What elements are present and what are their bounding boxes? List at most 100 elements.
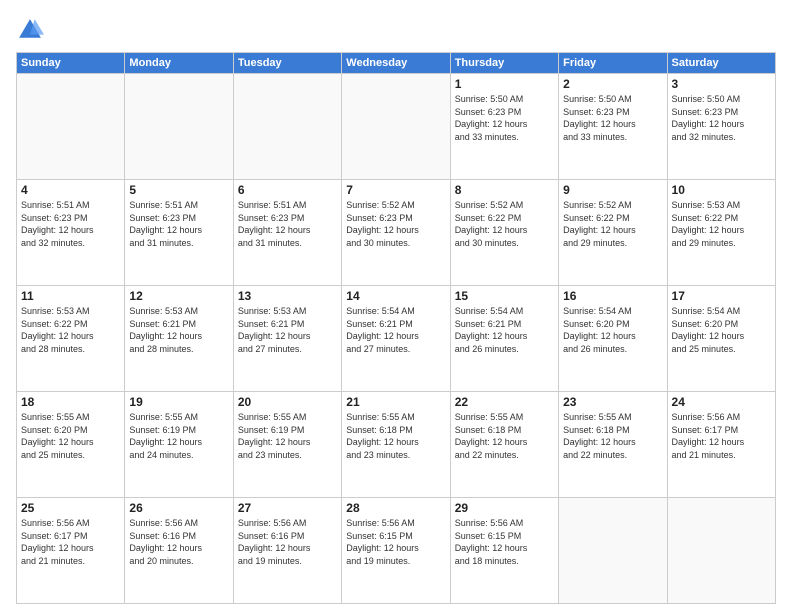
day-cell: 6 Sunrise: 5:51 AMSunset: 6:23 PMDaylight… <box>233 180 341 286</box>
day-info: Sunrise: 5:56 AMSunset: 6:16 PMDaylight:… <box>129 517 228 567</box>
day-cell: 24 Sunrise: 5:56 AMSunset: 6:17 PMDayligh… <box>667 392 775 498</box>
day-info: Sunrise: 5:54 AMSunset: 6:20 PMDaylight:… <box>563 305 662 355</box>
day-cell: 10 Sunrise: 5:53 AMSunset: 6:22 PMDayligh… <box>667 180 775 286</box>
day-number: 18 <box>21 395 120 409</box>
day-cell: 9 Sunrise: 5:52 AMSunset: 6:22 PMDaylight… <box>559 180 667 286</box>
day-number: 21 <box>346 395 445 409</box>
weekday-header-wednesday: Wednesday <box>342 53 450 74</box>
day-info: Sunrise: 5:55 AMSunset: 6:19 PMDaylight:… <box>238 411 337 461</box>
day-cell <box>559 498 667 604</box>
logo <box>16 16 48 44</box>
day-info: Sunrise: 5:53 AMSunset: 6:21 PMDaylight:… <box>129 305 228 355</box>
logo-icon <box>16 16 44 44</box>
day-cell: 26 Sunrise: 5:56 AMSunset: 6:16 PMDayligh… <box>125 498 233 604</box>
day-number: 15 <box>455 289 554 303</box>
day-info: Sunrise: 5:51 AMSunset: 6:23 PMDaylight:… <box>238 199 337 249</box>
day-cell: 18 Sunrise: 5:55 AMSunset: 6:20 PMDayligh… <box>17 392 125 498</box>
day-cell: 16 Sunrise: 5:54 AMSunset: 6:20 PMDayligh… <box>559 286 667 392</box>
day-info: Sunrise: 5:54 AMSunset: 6:21 PMDaylight:… <box>346 305 445 355</box>
day-cell: 2Sunrise: 5:50 AMSunset: 6:23 PMDaylight… <box>559 74 667 180</box>
day-info: Sunrise: 5:53 AMSunset: 6:22 PMDaylight:… <box>21 305 120 355</box>
day-cell <box>233 74 341 180</box>
day-cell: 22 Sunrise: 5:55 AMSunset: 6:18 PMDayligh… <box>450 392 558 498</box>
weekday-header-row: SundayMondayTuesdayWednesdayThursdayFrid… <box>17 53 776 74</box>
day-info: Sunrise: 5:55 AMSunset: 6:20 PMDaylight:… <box>21 411 120 461</box>
day-cell: 29 Sunrise: 5:56 AMSunset: 6:15 PMDayligh… <box>450 498 558 604</box>
day-info: Sunrise: 5:55 AMSunset: 6:18 PMDaylight:… <box>455 411 554 461</box>
day-number: 16 <box>563 289 662 303</box>
day-cell: 7 Sunrise: 5:52 AMSunset: 6:23 PMDaylight… <box>342 180 450 286</box>
day-cell: 21 Sunrise: 5:55 AMSunset: 6:18 PMDayligh… <box>342 392 450 498</box>
day-cell <box>342 74 450 180</box>
day-info: Sunrise: 5:50 AMSunset: 6:23 PMDaylight:… <box>455 93 554 143</box>
day-number: 20 <box>238 395 337 409</box>
day-number: 7 <box>346 183 445 197</box>
day-number: 25 <box>21 501 120 515</box>
day-number: 4 <box>21 183 120 197</box>
day-cell: 5 Sunrise: 5:51 AMSunset: 6:23 PMDaylight… <box>125 180 233 286</box>
weekday-header-tuesday: Tuesday <box>233 53 341 74</box>
calendar: SundayMondayTuesdayWednesdayThursdayFrid… <box>16 52 776 604</box>
day-number: 11 <box>21 289 120 303</box>
day-cell: 8 Sunrise: 5:52 AMSunset: 6:22 PMDaylight… <box>450 180 558 286</box>
day-info: Sunrise: 5:54 AMSunset: 6:21 PMDaylight:… <box>455 305 554 355</box>
day-number: 1 <box>455 77 554 91</box>
day-number: 24 <box>672 395 771 409</box>
day-number: 10 <box>672 183 771 197</box>
day-number: 3 <box>672 77 771 91</box>
day-cell: 1 Sunrise: 5:50 AMSunset: 6:23 PMDaylight… <box>450 74 558 180</box>
day-info: Sunrise: 5:51 AMSunset: 6:23 PMDaylight:… <box>21 199 120 249</box>
day-info: Sunrise: 5:52 AMSunset: 6:22 PMDaylight:… <box>563 199 662 249</box>
day-info: Sunrise: 5:54 AMSunset: 6:20 PMDaylight:… <box>672 305 771 355</box>
day-info: Sunrise: 5:56 AMSunset: 6:17 PMDaylight:… <box>672 411 771 461</box>
week-row-2: 4 Sunrise: 5:51 AMSunset: 6:23 PMDaylight… <box>17 180 776 286</box>
day-info: Sunrise: 5:55 AMSunset: 6:18 PMDaylight:… <box>346 411 445 461</box>
day-cell: 17Sunrise: 5:54 AMSunset: 6:20 PMDayligh… <box>667 286 775 392</box>
week-row-5: 25Sunrise: 5:56 AMSunset: 6:17 PMDayligh… <box>17 498 776 604</box>
day-info: Sunrise: 5:52 AMSunset: 6:22 PMDaylight:… <box>455 199 554 249</box>
day-number: 19 <box>129 395 228 409</box>
weekday-header-thursday: Thursday <box>450 53 558 74</box>
day-number: 12 <box>129 289 228 303</box>
day-info: Sunrise: 5:53 AMSunset: 6:21 PMDaylight:… <box>238 305 337 355</box>
day-cell: 20 Sunrise: 5:55 AMSunset: 6:19 PMDayligh… <box>233 392 341 498</box>
day-number: 14 <box>346 289 445 303</box>
day-cell: 3Sunrise: 5:50 AMSunset: 6:23 PMDaylight… <box>667 74 775 180</box>
day-cell: 25Sunrise: 5:56 AMSunset: 6:17 PMDayligh… <box>17 498 125 604</box>
day-info: Sunrise: 5:53 AMSunset: 6:22 PMDaylight:… <box>672 199 771 249</box>
day-info: Sunrise: 5:55 AMSunset: 6:19 PMDaylight:… <box>129 411 228 461</box>
day-number: 5 <box>129 183 228 197</box>
day-cell <box>17 74 125 180</box>
day-number: 2 <box>563 77 662 91</box>
day-cell: 4 Sunrise: 5:51 AMSunset: 6:23 PMDaylight… <box>17 180 125 286</box>
day-number: 26 <box>129 501 228 515</box>
day-number: 29 <box>455 501 554 515</box>
weekday-header-friday: Friday <box>559 53 667 74</box>
weekday-header-saturday: Saturday <box>667 53 775 74</box>
day-info: Sunrise: 5:56 AMSunset: 6:15 PMDaylight:… <box>346 517 445 567</box>
day-info: Sunrise: 5:55 AMSunset: 6:18 PMDaylight:… <box>563 411 662 461</box>
day-number: 9 <box>563 183 662 197</box>
day-info: Sunrise: 5:56 AMSunset: 6:15 PMDaylight:… <box>455 517 554 567</box>
day-cell: 14 Sunrise: 5:54 AMSunset: 6:21 PMDayligh… <box>342 286 450 392</box>
day-number: 28 <box>346 501 445 515</box>
weekday-header-sunday: Sunday <box>17 53 125 74</box>
day-number: 8 <box>455 183 554 197</box>
day-cell <box>667 498 775 604</box>
day-cell: 19 Sunrise: 5:55 AMSunset: 6:19 PMDayligh… <box>125 392 233 498</box>
day-number: 6 <box>238 183 337 197</box>
day-cell <box>125 74 233 180</box>
page: SundayMondayTuesdayWednesdayThursdayFrid… <box>0 0 792 612</box>
weekday-header-monday: Monday <box>125 53 233 74</box>
day-cell: 28 Sunrise: 5:56 AMSunset: 6:15 PMDayligh… <box>342 498 450 604</box>
day-info: Sunrise: 5:51 AMSunset: 6:23 PMDaylight:… <box>129 199 228 249</box>
day-cell: 23 Sunrise: 5:55 AMSunset: 6:18 PMDayligh… <box>559 392 667 498</box>
day-number: 23 <box>563 395 662 409</box>
day-cell: 11 Sunrise: 5:53 AMSunset: 6:22 PMDayligh… <box>17 286 125 392</box>
day-info: Sunrise: 5:52 AMSunset: 6:23 PMDaylight:… <box>346 199 445 249</box>
day-cell: 12 Sunrise: 5:53 AMSunset: 6:21 PMDayligh… <box>125 286 233 392</box>
day-cell: 27Sunrise: 5:56 AMSunset: 6:16 PMDayligh… <box>233 498 341 604</box>
header <box>16 16 776 44</box>
day-cell: 15 Sunrise: 5:54 AMSunset: 6:21 PMDayligh… <box>450 286 558 392</box>
day-number: 22 <box>455 395 554 409</box>
